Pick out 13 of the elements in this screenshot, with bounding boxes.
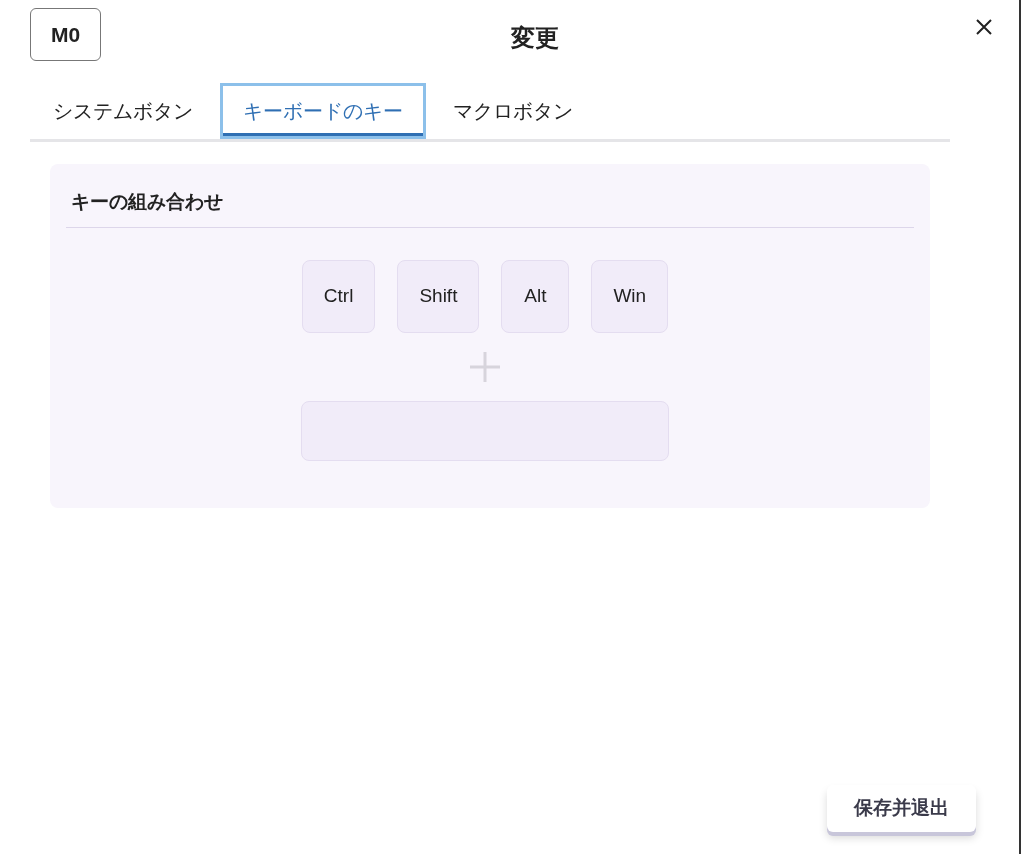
tab[interactable]: マクロボタン bbox=[430, 83, 596, 139]
modifier-key[interactable]: Alt bbox=[501, 259, 570, 333]
plus-icon bbox=[469, 350, 501, 383]
modifier-key[interactable]: Shift bbox=[397, 259, 480, 333]
modifier-key[interactable]: Ctrl bbox=[301, 259, 376, 333]
key-input-field[interactable] bbox=[301, 400, 669, 461]
dialog-title: 変更 bbox=[511, 23, 559, 53]
tab[interactable]: システムボタン bbox=[30, 83, 216, 139]
section-heading: キーの組み合わせ bbox=[71, 191, 223, 212]
tab[interactable]: キーボードのキー bbox=[220, 83, 426, 139]
close-icon bbox=[975, 18, 993, 36]
macro-label: M0 bbox=[30, 8, 101, 61]
modifier-key[interactable]: Win bbox=[591, 259, 669, 333]
